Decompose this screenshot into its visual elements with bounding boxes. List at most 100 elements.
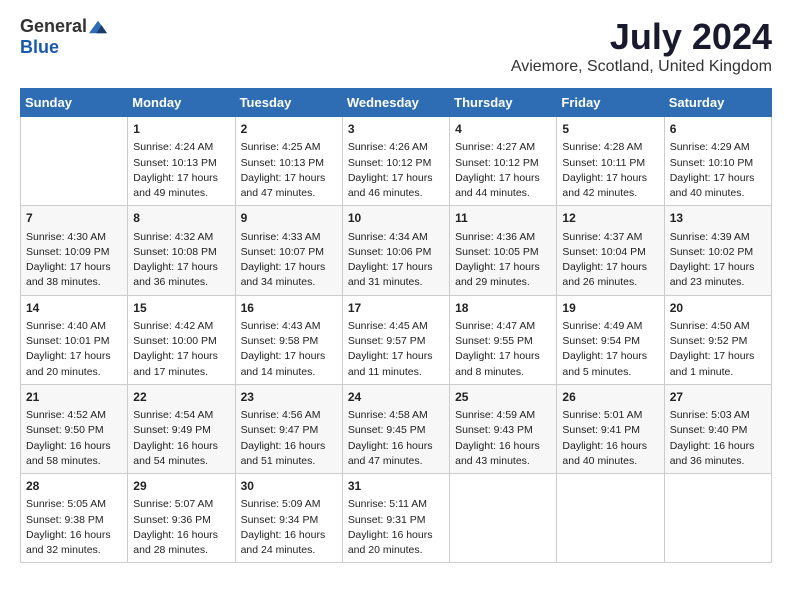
day-info: Sunset: 10:12 PM: [455, 157, 538, 169]
day-info: and 36 minutes.: [133, 276, 208, 288]
day-info: and 1 minute.: [670, 366, 734, 378]
calendar-cell: 9Sunrise: 4:33 AMSunset: 10:07 PMDayligh…: [235, 206, 342, 295]
calendar-cell: 27Sunrise: 5:03 AMSunset: 9:40 PMDayligh…: [664, 384, 771, 473]
day-info: Sunrise: 4:58 AM: [348, 409, 428, 421]
day-info: Sunrise: 4:59 AM: [455, 409, 535, 421]
day-number: 20: [670, 300, 766, 317]
day-info: Daylight: 16 hours: [348, 440, 433, 452]
calendar-cell: [21, 117, 128, 206]
day-info: and 47 minutes.: [241, 187, 316, 199]
calendar-cell: 22Sunrise: 4:54 AMSunset: 9:49 PMDayligh…: [128, 384, 235, 473]
day-info: Daylight: 16 hours: [348, 529, 433, 541]
calendar-cell: 24Sunrise: 4:58 AMSunset: 9:45 PMDayligh…: [342, 384, 449, 473]
day-info: Sunrise: 4:30 AM: [26, 231, 106, 243]
day-info: Sunrise: 4:33 AM: [241, 231, 321, 243]
day-info: and 32 minutes.: [26, 544, 101, 556]
calendar-cell: 7Sunrise: 4:30 AMSunset: 10:09 PMDayligh…: [21, 206, 128, 295]
weekday-header: Monday: [128, 89, 235, 117]
day-info: and 40 minutes.: [670, 187, 745, 199]
calendar-cell: 3Sunrise: 4:26 AMSunset: 10:12 PMDayligh…: [342, 117, 449, 206]
day-info: Sunrise: 4:54 AM: [133, 409, 213, 421]
day-info: Daylight: 17 hours: [348, 261, 433, 273]
day-info: and 54 minutes.: [133, 455, 208, 467]
calendar-cell: 5Sunrise: 4:28 AMSunset: 10:11 PMDayligh…: [557, 117, 664, 206]
day-info: Daylight: 17 hours: [133, 261, 218, 273]
calendar-cell: 15 Sunrise: 4:42 AM Sunset: 10:00 PM Daylig…: [128, 295, 235, 384]
day-info: Sunrise: 5:09 AM: [241, 498, 321, 510]
day-number: 15: [133, 300, 229, 317]
day-info: Sunrise: 4:50 AM: [670, 320, 750, 332]
day-number: 29: [133, 478, 229, 495]
day-info: and 24 minutes.: [241, 544, 316, 556]
day-info: Sunrise: 4:32 AM: [133, 231, 213, 243]
day-info: Sunrise: 4:28 AM: [562, 141, 642, 153]
day-info: Daylight: 17 hours: [133, 350, 218, 362]
day-info: Sunset: 10:09 PM: [26, 246, 109, 258]
day-number: 1: [133, 121, 229, 138]
day-number: 11: [455, 210, 551, 227]
day-info: and 29 minutes.: [455, 276, 530, 288]
day-info: Daylight: 17 hours: [670, 172, 755, 184]
day-info: and 17 minutes.: [133, 366, 208, 378]
day-info: Daylight: 17 hours: [348, 350, 433, 362]
day-info: Daylight: 17 hours: [670, 350, 755, 362]
calendar-cell: 30Sunrise: 5:09 AMSunset: 9:34 PMDayligh…: [235, 474, 342, 563]
day-number: 23: [241, 389, 337, 406]
day-info: and 28 minutes.: [133, 544, 208, 556]
day-info: Daylight: 17 hours: [133, 172, 218, 184]
calendar-cell: 31Sunrise: 5:11 AMSunset: 9:31 PMDayligh…: [342, 474, 449, 563]
day-info: and 49 minutes.: [133, 187, 208, 199]
calendar-week-row: 1Sunrise: 4:24 AMSunset: 10:13 PMDayligh…: [21, 117, 772, 206]
calendar-cell: 2Sunrise: 4:25 AMSunset: 10:13 PMDayligh…: [235, 117, 342, 206]
day-info: Sunset: 9:50 PM: [26, 424, 104, 436]
day-info: Sunrise: 4:52 AM: [26, 409, 106, 421]
day-info: Sunset: 10:11 PM: [562, 157, 645, 169]
day-info: and 14 minutes.: [241, 366, 316, 378]
day-info: Sunset: 10:00 PM: [133, 335, 216, 347]
day-info: Sunrise: 4:36 AM: [455, 231, 535, 243]
calendar-cell: 23 Sunrise: 4:56 AM Sunset: 9:47 PM Dayligh…: [235, 384, 342, 473]
calendar-cell: [664, 474, 771, 563]
logo-blue-text: Blue: [20, 37, 59, 58]
calendar-cell: 4Sunrise: 4:27 AMSunset: 10:12 PMDayligh…: [450, 117, 557, 206]
day-info: and 20 minutes.: [26, 366, 101, 378]
day-info: Daylight: 17 hours: [562, 261, 647, 273]
day-info: Sunrise: 4:42 AM: [133, 320, 213, 332]
day-info: and 51 minutes.: [241, 455, 316, 467]
calendar-week-row: 14Sunrise: 4:40 AMSunset: 10:01 PMDaylig…: [21, 295, 772, 384]
day-info: Sunset: 10:10 PM: [670, 157, 753, 169]
day-info: Sunset: 10:02 PM: [670, 246, 753, 258]
day-info: Sunrise: 4:27 AM: [455, 141, 535, 153]
day-info: and 23 minutes.: [670, 276, 745, 288]
day-number: 27: [670, 389, 766, 406]
day-info: and 44 minutes.: [455, 187, 530, 199]
day-info: Sunset: 9:58 PM: [241, 335, 319, 347]
day-number: 30: [241, 478, 337, 495]
day-info: Sunset: 9:47 PM: [241, 424, 319, 436]
weekday-header: Thursday: [450, 89, 557, 117]
calendar-cell: 6Sunrise: 4:29 AMSunset: 10:10 PMDayligh…: [664, 117, 771, 206]
day-info: Sunrise: 4:56 AM: [241, 409, 321, 421]
calendar-cell: [557, 474, 664, 563]
day-info: Sunrise: 4:49 AM: [562, 320, 642, 332]
day-info: Sunset: 10:06 PM: [348, 246, 431, 258]
day-info: Sunrise: 4:25 AM: [241, 141, 321, 153]
day-number: 28: [26, 478, 122, 495]
calendar-week-row: 7Sunrise: 4:30 AMSunset: 10:09 PMDayligh…: [21, 206, 772, 295]
day-info: Sunset: 10:07 PM: [241, 246, 324, 258]
day-info: Sunset: 9:57 PM: [348, 335, 426, 347]
day-number: 5: [562, 121, 658, 138]
day-info: Daylight: 16 hours: [133, 529, 218, 541]
day-number: 16: [241, 300, 337, 317]
day-info: Sunrise: 5:03 AM: [670, 409, 750, 421]
right-header: July 2024 Aviemore, Scotland, United Kin…: [511, 16, 772, 84]
calendar-cell: 12Sunrise: 4:37 AMSunset: 10:04 PMDaylig…: [557, 206, 664, 295]
day-info: Daylight: 16 hours: [241, 440, 326, 452]
weekday-header-row: SundayMondayTuesdayWednesdayThursdayFrid…: [21, 89, 772, 117]
day-info: and 34 minutes.: [241, 276, 316, 288]
day-info: Sunrise: 5:07 AM: [133, 498, 213, 510]
day-info: Daylight: 16 hours: [26, 440, 111, 452]
calendar-cell: 17Sunrise: 4:45 AMSunset: 9:57 PMDayligh…: [342, 295, 449, 384]
logo-general-text: General: [20, 16, 87, 37]
day-info: and 42 minutes.: [562, 187, 637, 199]
